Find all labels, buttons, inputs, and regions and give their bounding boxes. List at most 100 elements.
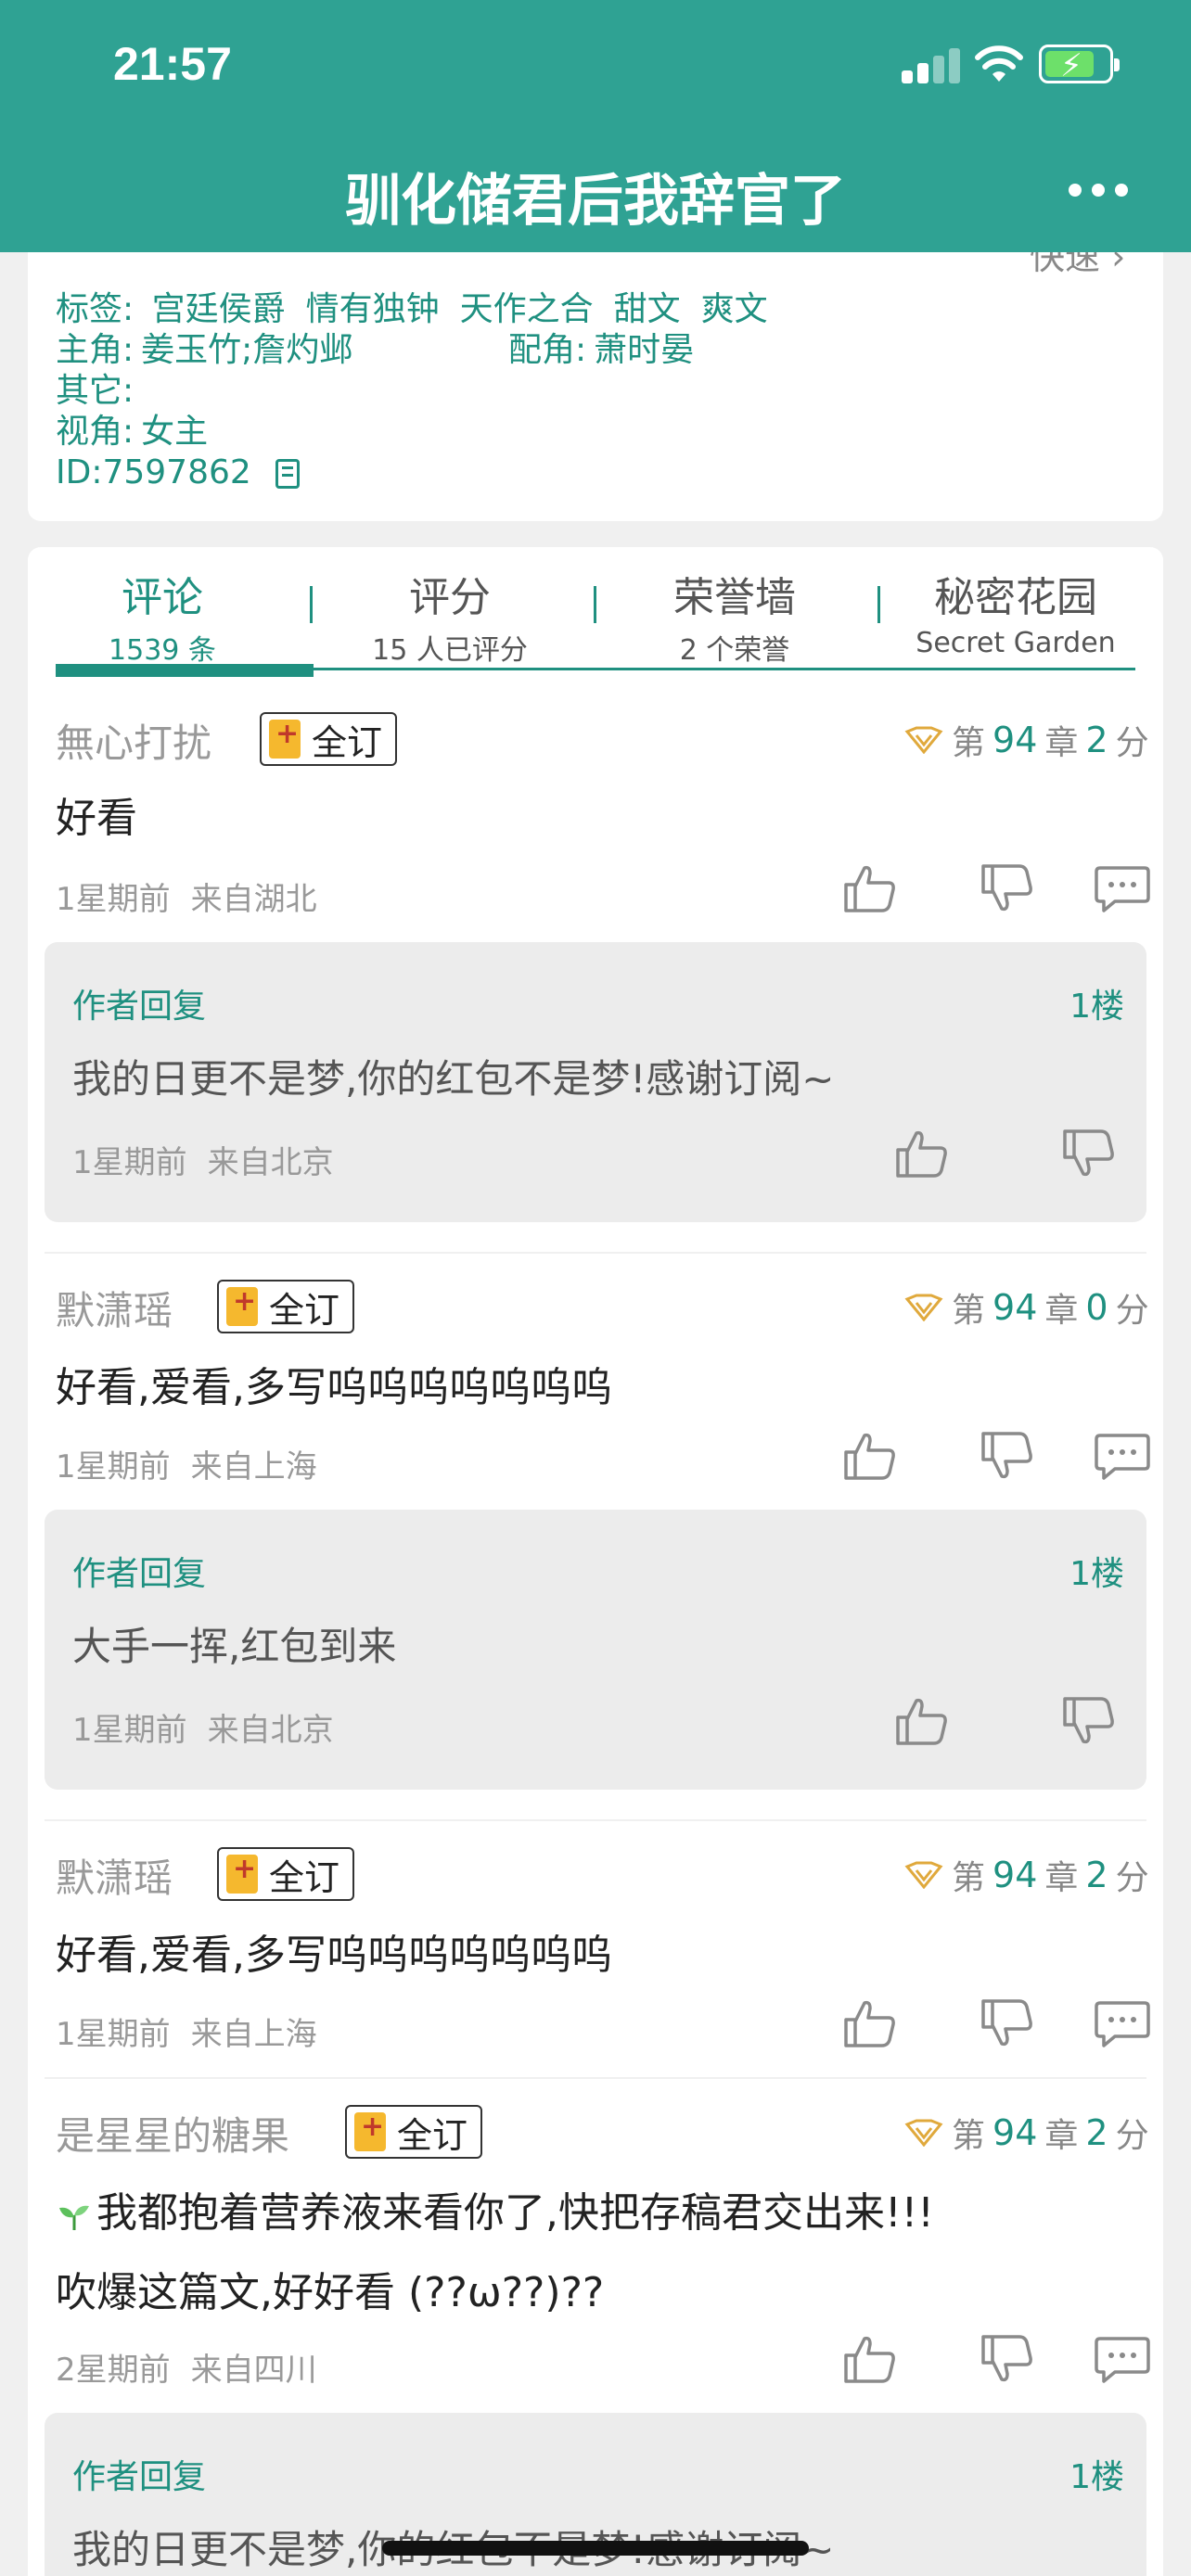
tab-title: 评分: [409, 574, 491, 621]
thumbs-down-icon[interactable]: [980, 862, 1035, 914]
reply-label: 作者回复: [72, 2458, 207, 2496]
comment-meta: 1星期前 来自上海: [56, 2009, 317, 2054]
bookmark-icon: [226, 1285, 258, 1326]
score-unit: 分: [1115, 724, 1149, 762]
comment-username[interactable]: 無心打扰: [56, 712, 211, 769]
chapter-suffix: 章: [1044, 2117, 1079, 2155]
reply-comment-icon[interactable]: [1095, 862, 1150, 914]
thumbs-down-icon[interactable]: [1061, 1695, 1117, 1747]
tags-label: 标签:: [56, 290, 134, 328]
comment-text: 好看: [56, 795, 137, 842]
support-value: 萧时晏: [594, 331, 695, 369]
comment-location: 来自湖北: [190, 881, 317, 918]
comment-time: 1星期前: [56, 1448, 171, 1486]
thumbs-down-icon[interactable]: [980, 1430, 1035, 1482]
score-unit: 分: [1115, 1292, 1149, 1330]
chapter-prefix: 第: [952, 2117, 986, 2155]
badge-label: 全订: [312, 721, 383, 763]
comment-meta: 1星期前 来自湖北: [56, 874, 317, 919]
more-menu-icon[interactable]: [1069, 184, 1128, 202]
reply-label: 作者回复: [72, 988, 207, 1026]
reply-floor: 1楼: [1069, 2458, 1124, 2496]
comment-username[interactable]: 默潇瑶: [56, 1847, 173, 1904]
bookmark-icon: [354, 2111, 386, 2151]
pov-row: 视角: 女主: [56, 412, 208, 453]
thumbs-up-icon[interactable]: [894, 1695, 950, 1747]
chapter-prefix: 第: [952, 1292, 986, 1330]
chapter-number: 94: [992, 1855, 1038, 1895]
reply-comment-icon[interactable]: [1095, 2333, 1150, 2385]
thumbs-down-icon[interactable]: [980, 2333, 1035, 2385]
comment-username[interactable]: 默潇瑶: [56, 1280, 173, 1336]
copy-icon[interactable]: [275, 459, 300, 489]
support-label: 配角:: [508, 331, 587, 369]
tab-subtitle: 2 个荣誉: [679, 634, 790, 667]
tab-secret-garden[interactable]: 秘密花园 Secret Garden: [900, 564, 1132, 659]
tag[interactable]: 宫廷侯爵: [152, 290, 286, 328]
tab-divider: [877, 586, 880, 623]
full-subscribe-badge: 全订: [217, 1280, 355, 1333]
vip-diamond-icon: [904, 726, 943, 754]
tag[interactable]: 爽文: [701, 290, 768, 328]
tag[interactable]: 天作之合: [460, 290, 594, 328]
lead-label: 主角:: [56, 331, 134, 369]
thumbs-up-icon[interactable]: [842, 862, 898, 914]
author-reply: 作者回复 1楼 大手一挥,红包到来 1星期前 来自北京: [45, 1510, 1146, 1790]
reply-comment-icon[interactable]: [1095, 1430, 1150, 1482]
thumbs-up-icon[interactable]: [842, 1430, 898, 1482]
tag[interactable]: 情有独钟: [306, 290, 440, 328]
cellular-signal-icon: [902, 46, 961, 83]
score-unit: 分: [1115, 2117, 1149, 2155]
comment-text-line: 我都抱着营养液来看你了,快把存稿君交出来!!!: [56, 2179, 934, 2238]
comment-time: 1星期前: [56, 881, 171, 918]
comment-divider: [45, 1819, 1146, 1821]
reply-comment-icon[interactable]: [1095, 1997, 1150, 2049]
wifi-icon: [975, 45, 1023, 82]
thumbs-down-icon[interactable]: [980, 1997, 1035, 2049]
home-indicator[interactable]: [382, 2541, 809, 2556]
comment-text-2: 吹爆这篇文,好好看 (??ω??)??: [56, 2269, 605, 2316]
support-row: 配角: 萧时晏: [508, 330, 694, 371]
comment-divider: [45, 2077, 1146, 2079]
tab-ratings[interactable]: 评分 15 人已评分: [343, 564, 557, 668]
other-row: 其它:: [56, 371, 134, 412]
chapter-number: 94: [992, 2112, 1038, 2153]
tab-title: 评论: [122, 574, 203, 621]
score-value: 2: [1085, 1855, 1108, 1895]
thumbs-up-icon[interactable]: [842, 1997, 898, 2049]
author-reply: 作者回复 1楼 我的日更不是梦,你的红包不是梦!感谢订阅~ 1星期前 来自北京: [45, 942, 1146, 1222]
thumbs-up-icon[interactable]: [894, 1128, 950, 1180]
bookmark-icon: [269, 718, 301, 759]
comment-text: 我都抱着营养液来看你了,快把存稿君交出来!!!: [96, 2189, 934, 2237]
comment-location: 来自上海: [190, 2016, 317, 2053]
tab-comments[interactable]: 评论 1539 条: [56, 564, 269, 668]
lead-row: 主角: 姜玉竹;詹灼邺: [56, 330, 352, 371]
page-title: 驯化储君后我辞官了: [345, 169, 846, 234]
tab-honor-wall[interactable]: 荣誉墙 2 个荣誉: [623, 564, 846, 668]
comment-text: 好看,爱看,多写呜呜呜呜呜呜呜: [56, 1932, 612, 1979]
reply-time: 1星期前: [72, 1144, 187, 1181]
chapter-suffix: 章: [1044, 724, 1079, 762]
comment-text: 好看,爱看,多写呜呜呜呜呜呜呜: [56, 1364, 612, 1411]
reply-time: 1星期前: [72, 1712, 187, 1749]
tab-title: 荣誉墙: [673, 574, 796, 621]
tab-divider: [594, 586, 596, 623]
score-value: 0: [1085, 1287, 1108, 1328]
badge-label: 全订: [397, 2114, 468, 2156]
badge-label: 全订: [269, 1289, 340, 1331]
comment-time: 1星期前: [56, 2016, 171, 2053]
thumbs-up-icon[interactable]: [842, 2333, 898, 2385]
chapter-score: 第 94 章 0 分: [903, 1283, 1149, 1332]
comment-meta: 1星期前 来自上海: [56, 1441, 317, 1486]
full-subscribe-badge: 全订: [345, 2105, 483, 2159]
comment-username[interactable]: 是星星的糖果: [56, 2105, 289, 2162]
reply-meta: 1星期前 来自北京: [72, 1137, 334, 1182]
chapter-score: 第 94 章 2 分: [903, 716, 1149, 764]
chapter-score: 第 94 章 2 分: [903, 2109, 1149, 2157]
thumbs-down-icon[interactable]: [1061, 1128, 1117, 1180]
chapter-number: 94: [992, 1287, 1038, 1328]
tag[interactable]: 甜文: [614, 290, 681, 328]
chapter-score: 第 94 章 2 分: [903, 1851, 1149, 1899]
tab-subtitle: 15 人已评分: [372, 634, 528, 667]
novel-id: ID:7597862: [56, 453, 251, 491]
